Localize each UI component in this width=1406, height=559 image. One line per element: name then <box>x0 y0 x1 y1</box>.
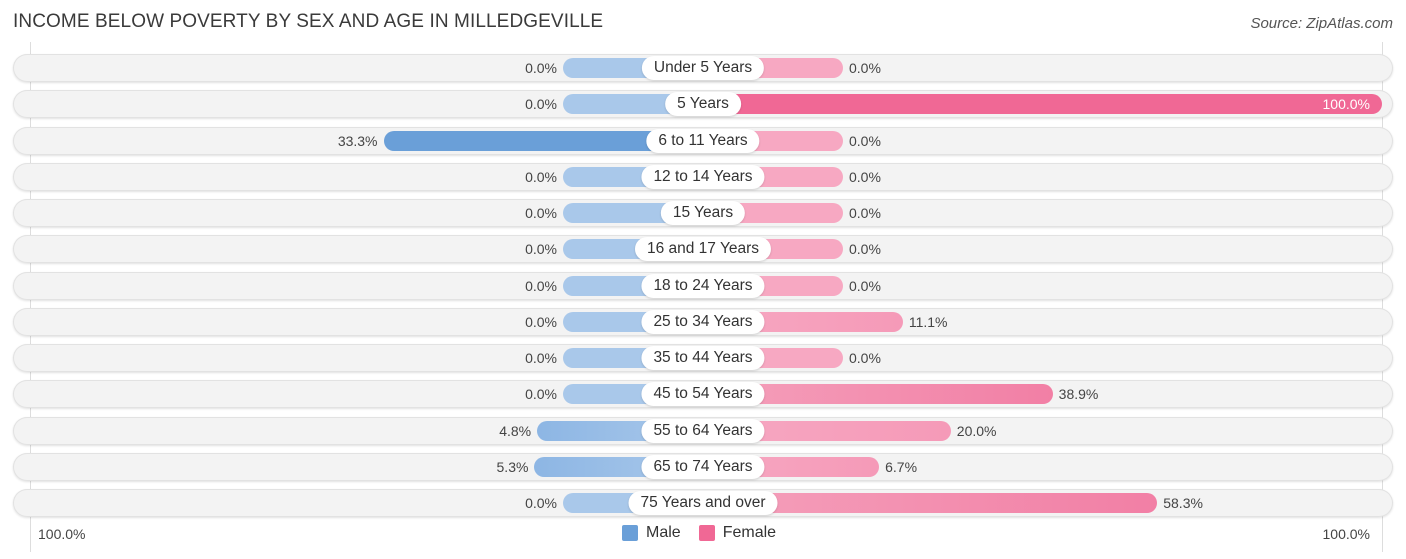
category-label: 55 to 64 Years <box>641 418 765 443</box>
axis-left-label: 100.0% <box>38 526 86 542</box>
category-label: 18 to 24 Years <box>641 273 765 298</box>
value-label-male: 0.0% <box>525 60 557 76</box>
legend-item-male: Male <box>622 524 681 542</box>
value-label-female: 20.0% <box>956 422 997 439</box>
category-label: 12 to 14 Years <box>641 164 765 189</box>
legend-item-female: Female <box>698 524 777 542</box>
value-label-male: 0.0% <box>525 313 557 330</box>
chart-rows: 0.0% 0.0% Under 5 Years 0.0% 100.0% 5 Years 33… <box>0 0 1406 559</box>
value-label-male: 4.8% <box>499 422 532 439</box>
legend-label-male: Male <box>646 524 681 541</box>
category-label: 45 to 54 Years <box>641 382 765 407</box>
value-label-male: 0.0% <box>525 386 557 403</box>
category-label: 25 to 34 Years <box>641 309 765 334</box>
value-label-female: 100.0% <box>1322 96 1370 113</box>
category-label: 16 and 17 Years <box>634 237 772 262</box>
value-label-male: 0.0% <box>525 96 557 113</box>
axis-right-label: 100.0% <box>1322 526 1370 542</box>
category-label: 65 to 74 Years <box>641 454 765 479</box>
value-label-female: 0.0% <box>849 241 881 258</box>
legend-label-female: Female <box>722 524 777 541</box>
value-label-male: 5.3% <box>496 458 529 475</box>
category-label: 6 to 11 Years <box>646 128 760 153</box>
value-label-female: 58.3% <box>1163 495 1203 511</box>
value-label-male: 0.0% <box>525 350 557 366</box>
category-label: 5 Years <box>665 92 741 117</box>
value-label-male: 0.0% <box>525 205 557 221</box>
legend-swatch-male <box>622 525 638 541</box>
value-label-male: 0.0% <box>525 277 557 294</box>
value-label-female: 0.0% <box>849 350 881 366</box>
legend: Male Female <box>622 524 786 542</box>
value-label-female: 0.0% <box>849 277 881 294</box>
value-label-female: 38.9% <box>1058 386 1099 403</box>
value-label-female: 0.0% <box>849 205 881 221</box>
value-label-female: 0.0% <box>849 168 881 185</box>
value-label-male: 0.0% <box>525 241 557 258</box>
category-label: Under 5 Years <box>641 56 765 80</box>
value-label-female: 11.1% <box>908 313 948 330</box>
category-label: 35 to 44 Years <box>641 346 765 370</box>
value-label-male: 33.3% <box>337 132 378 149</box>
value-label-female: 0.0% <box>849 60 881 76</box>
category-label: 15 Years <box>660 201 746 225</box>
legend-swatch-female <box>698 525 715 541</box>
value-label-female: 6.7% <box>885 458 918 475</box>
category-label: 75 Years and over <box>628 491 778 515</box>
bar-female <box>703 94 1382 115</box>
value-label-male: 0.0% <box>525 168 557 185</box>
value-label-male: 0.0% <box>525 495 557 511</box>
value-label-female: 0.0% <box>849 132 881 149</box>
